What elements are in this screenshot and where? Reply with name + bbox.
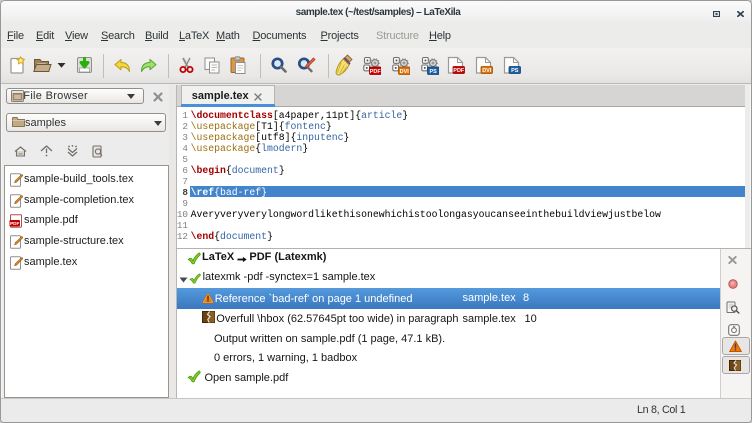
svg-text:PS: PS [511, 68, 519, 74]
svg-text:PS: PS [430, 69, 438, 75]
svg-text:PDF: PDF [453, 68, 465, 74]
svg-text:PDF: PDF [10, 221, 19, 226]
svg-text:DVI: DVI [400, 69, 410, 75]
svg-text:DVI: DVI [482, 68, 492, 74]
svg-text:PDF: PDF [370, 69, 381, 75]
